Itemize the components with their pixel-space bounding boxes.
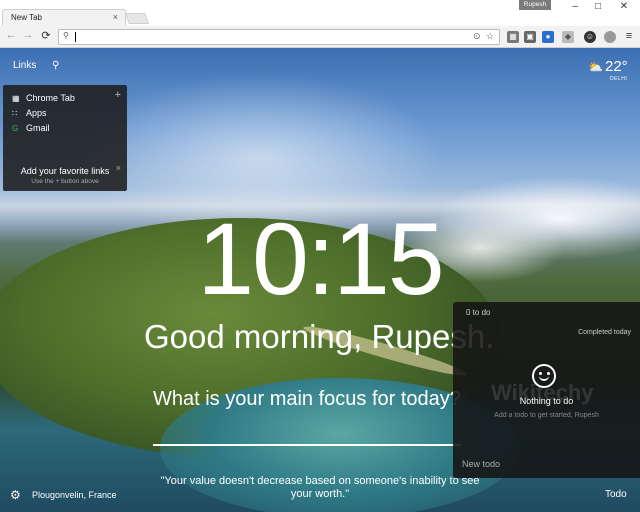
bookmark-star-icon[interactable]: ☆ [486,31,494,42]
back-icon[interactable]: ← [4,29,18,41]
add-link-icon[interactable]: + [115,89,121,101]
close-hint-icon[interactable]: × [116,163,121,173]
tab-title: New Tab [11,13,42,22]
todo-button[interactable]: Todo [605,489,627,500]
gear-icon[interactable]: ⚙ [10,488,21,502]
greeting: Good morning, Rupesh. [144,318,495,355]
new-todo-input[interactable]: New todo [462,459,500,469]
link-label: Gmail [26,123,50,133]
smiley-icon [532,364,556,388]
address-input[interactable] [73,31,473,43]
extension-shield-icon[interactable]: ◆ [562,31,574,43]
text-cursor [75,32,76,42]
extension-blue-icon[interactable]: ● [542,31,554,43]
links-hint-title: Add your favorite links [20,166,110,176]
minimize-icon[interactable]: – [568,1,582,12]
todo-count[interactable]: 0 to do [466,308,490,317]
new-tab-button[interactable] [124,13,150,24]
profile-badge[interactable]: Rupesh [519,0,551,10]
forward-icon[interactable]: → [21,29,35,41]
links-search-icon[interactable]: ⚲ [52,60,59,71]
sun-cloud-icon: ⛅ [588,60,603,74]
close-window-icon[interactable]: ✕ [617,1,631,12]
focus-input[interactable] [153,444,461,446]
apps-grid-icon: ∷ [12,109,18,118]
photo-location[interactable]: Plougonvelin, France [32,490,117,500]
link-label: Apps [26,108,47,118]
extension-layers-icon[interactable]: ▦ [507,31,519,43]
link-item-gmail[interactable]: G Gmail [12,123,50,133]
grid-icon: ▦ [12,94,20,103]
location-target-icon[interactable]: ⊙ [473,31,481,42]
weather-temperature: 22° [605,58,628,75]
reload-icon[interactable]: ⟳ [39,29,53,42]
extension-circle-icon[interactable] [604,31,616,43]
clock: 10:15 [197,202,444,316]
maximize-icon[interactable]: □ [591,1,605,12]
extension-smiley-icon[interactable]: ☺ [584,31,596,43]
extension-calendar-icon[interactable]: ▣ [524,31,536,43]
link-item-chrome-tab[interactable]: ▦ Chrome Tab [12,93,75,103]
quote: "Your value doesn't decrease based on so… [160,475,480,500]
todo-completed-label[interactable]: Completed today [578,329,631,336]
link-label: Chrome Tab [26,93,75,103]
google-icon: G [12,124,19,133]
title-bar: New Tab × Rupesh – □ ✕ [0,0,640,26]
omnibox[interactable]: ⚲ ⊙ ☆ [58,29,500,45]
weather-location: DELHI [610,76,628,82]
links-button[interactable]: Links [13,60,36,71]
menu-icon[interactable]: ≡ [622,30,636,42]
link-item-apps[interactable]: ∷ Apps [12,108,47,118]
tab-close-icon[interactable]: × [113,12,118,22]
todo-panel: 0 to do Completed today Wikitechy Nothin… [453,302,640,478]
links-panel: + ▦ Chrome Tab ∷ Apps G Gmail Add your favo… [3,85,127,191]
focus-prompt: What is your main focus for today? [153,388,461,410]
search-icon: ⚲ [63,31,69,40]
links-hint-sub: Use the + button above [31,178,99,185]
browser-toolbar: ← → ⟳ ⚲ ⊙ ☆ ▦ ▣ ● ◆ ☺ ≡ [0,26,640,48]
todo-empty-subtitle: Add a todo to get started, Rupesh [494,412,599,419]
todo-empty-title: Nothing to do [519,396,574,406]
tab-new-tab[interactable]: New Tab × [2,9,126,26]
